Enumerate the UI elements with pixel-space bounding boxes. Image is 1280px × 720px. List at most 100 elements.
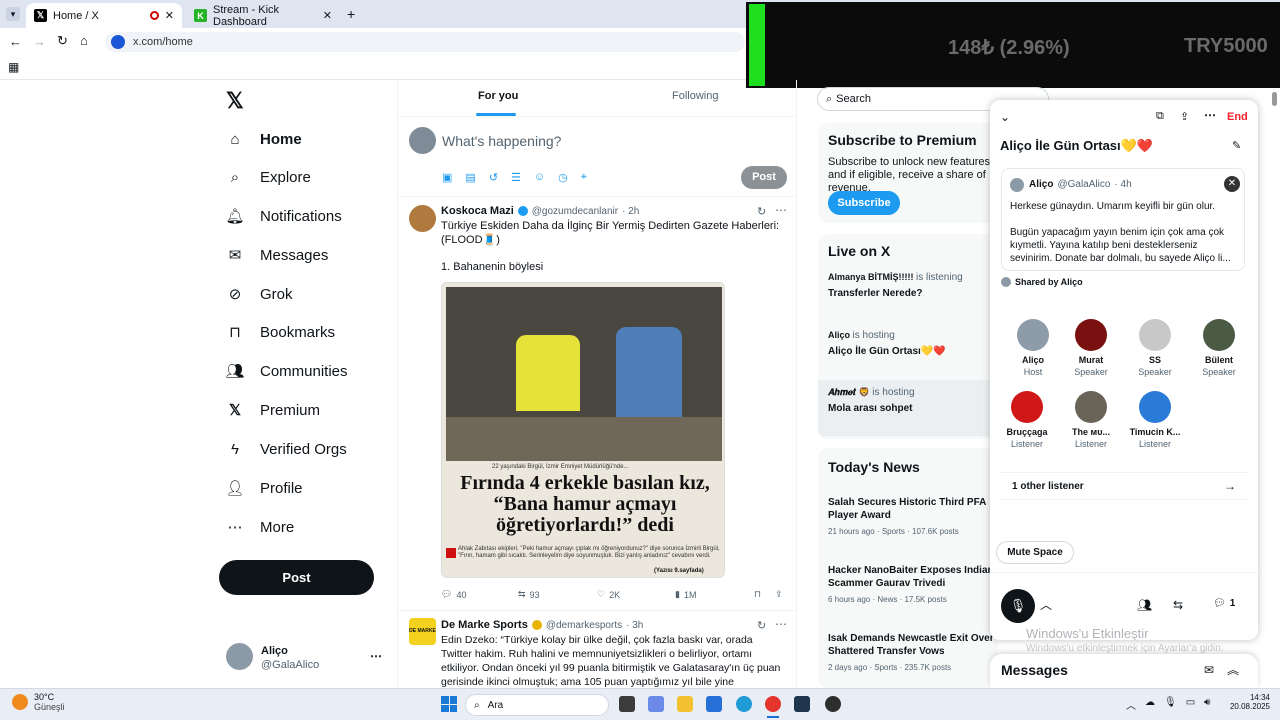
- tab-kick-dashboard[interactable]: K Stream - Kick Dashboard ✕: [186, 3, 340, 28]
- participant-listener[interactable]: The мυ... Listener: [1061, 391, 1121, 449]
- participant-listener[interactable]: Bruççaga Listener: [997, 391, 1057, 449]
- nav-home[interactable]: ⌂ Home: [224, 121, 301, 157]
- participant-listener[interactable]: Timucin K... Listener: [1125, 391, 1185, 449]
- collapse-icon[interactable]: ⌄: [1000, 110, 1010, 124]
- media-icon[interactable]: ▣: [442, 171, 452, 184]
- scrollbar[interactable]: [1272, 92, 1277, 106]
- pinned-post[interactable]: Aliço @GalaAlico · 4h ✕ Herkese günaydın…: [1001, 168, 1245, 271]
- account-switcher[interactable]: Aliço @GalaAlico ⋯: [226, 643, 386, 673]
- more-icon[interactable]: ⋯: [775, 617, 787, 631]
- end-space-button[interactable]: End: [1227, 111, 1248, 123]
- grok-icon[interactable]: ↺: [489, 171, 498, 184]
- participant-speaker[interactable]: Bülent Speaker: [1189, 319, 1249, 377]
- forward-icon[interactable]: →: [33, 34, 46, 49]
- edge-icon[interactable]: [736, 696, 752, 712]
- tweet[interactable]: Koskoca Mazi @gozumdecanlanir · 2h ↻ ⋯ T…: [398, 197, 796, 607]
- post-button[interactable]: Post: [219, 560, 374, 595]
- live-item[interactable]: Almanya BİTMİŞ!!!!! is listening Transfe…: [828, 272, 998, 312]
- share-icon[interactable]: ⇪: [1180, 110, 1189, 123]
- grok-explain-icon[interactable]: ↻: [757, 619, 766, 632]
- schedule-icon[interactable]: ◷: [558, 171, 568, 184]
- nav-communities[interactable]: 👥︎ Communities: [224, 353, 347, 389]
- repost-icon[interactable]: ⇆: [1173, 598, 1183, 612]
- app-icon[interactable]: [794, 696, 810, 712]
- close-tab-icon[interactable]: ✕: [323, 9, 332, 22]
- tab-list-dropdown-icon[interactable]: ▾: [6, 7, 20, 21]
- picture-in-picture-icon[interactable]: ⧉: [1156, 110, 1164, 123]
- author-handle[interactable]: @demarkesports: [546, 620, 622, 631]
- url-field[interactable]: x.com/home: [105, 32, 745, 52]
- composer-post-button[interactable]: Post: [741, 166, 787, 189]
- nav-grok[interactable]: ⊘ Grok: [224, 276, 293, 312]
- tab-home-x[interactable]: 𝕏 Home / X ✕: [26, 3, 182, 28]
- more-icon[interactable]: ⋯: [370, 649, 382, 663]
- compose-input[interactable]: What's happening?: [442, 133, 561, 149]
- messages-drawer[interactable]: Messages ✉ ︽: [990, 654, 1258, 688]
- participant-speaker[interactable]: Murat Speaker: [1061, 319, 1121, 377]
- new-message-icon[interactable]: ✉: [1204, 663, 1214, 677]
- display-icon[interactable]: ▭: [1186, 697, 1195, 712]
- chevron-up-icon[interactable]: ︿: [1126, 697, 1136, 712]
- nav-explore[interactable]: ⌕ Explore: [224, 159, 311, 195]
- back-icon[interactable]: ←: [9, 34, 22, 49]
- taskbar-search[interactable]: ⌕ Ara: [465, 694, 609, 716]
- new-tab-icon[interactable]: +: [347, 6, 355, 22]
- news-item[interactable]: Isak Demands Newcastle Exit Over Shatter…: [828, 632, 998, 672]
- obs-icon[interactable]: [825, 696, 841, 712]
- bookmark-icon[interactable]: ⊓: [754, 589, 761, 600]
- location-icon[interactable]: ⌖: [581, 171, 587, 184]
- microphone-icon[interactable]: 🎙︎: [1164, 697, 1177, 712]
- cloud-icon[interactable]: ☁: [1145, 697, 1155, 712]
- nav-premium[interactable]: 𝕏 Premium: [224, 392, 320, 428]
- share-icon[interactable]: ⇪: [775, 589, 783, 600]
- reply-button[interactable]: 💬︎ 40: [441, 589, 466, 600]
- microphone-button[interactable]: 🎙︎: [1001, 589, 1035, 623]
- like-button[interactable]: ♡ 2K: [597, 589, 620, 600]
- nav-notifications[interactable]: 🔔︎ Notifications: [224, 198, 341, 234]
- more-icon[interactable]: ⋯: [1204, 108, 1216, 122]
- grok-explain-icon[interactable]: ↻: [757, 205, 766, 218]
- news-item[interactable]: Hacker NanoBaiter Exposes Indian Scammer…: [828, 564, 998, 604]
- start-icon[interactable]: [441, 696, 457, 712]
- file-explorer-icon[interactable]: [677, 696, 693, 712]
- edit-icon[interactable]: ✎: [1232, 139, 1241, 152]
- emoji-icon[interactable]: ☺: [534, 171, 545, 184]
- site-info-icon[interactable]: [111, 35, 125, 49]
- tweet-time[interactable]: · 3h: [626, 620, 643, 631]
- tweet-time[interactable]: · 2h: [622, 206, 639, 217]
- unpin-close-icon[interactable]: ✕: [1224, 176, 1240, 192]
- people-icon[interactable]: 👥︎: [1137, 598, 1152, 612]
- mute-space-button[interactable]: Mute Space: [996, 541, 1074, 564]
- x-logo-icon[interactable]: 𝕏: [226, 88, 244, 114]
- tweet-image[interactable]: 22 yaşındaki Birgül, İzmir Emniyet Müdür…: [441, 282, 725, 578]
- copilot-icon[interactable]: [648, 696, 664, 712]
- chrome-icon[interactable]: [765, 696, 781, 712]
- tab-following[interactable]: Following: [672, 90, 718, 102]
- live-item[interactable]: 𝑨𝒉𝒎𝒆𝒕 🦁 is hosting Mola arası sohpet: [818, 380, 998, 436]
- nav-messages[interactable]: ✉ Messages: [224, 237, 329, 273]
- reload-icon[interactable]: ↻: [57, 33, 68, 49]
- home-icon[interactable]: ⌂: [80, 33, 88, 48]
- subscribe-button[interactable]: Subscribe: [828, 191, 900, 215]
- participant-host[interactable]: Aliço Host: [1003, 319, 1063, 377]
- tab-for-you[interactable]: For you: [478, 90, 518, 102]
- task-view-icon[interactable]: [619, 696, 635, 712]
- more-icon[interactable]: ⋯: [775, 203, 787, 217]
- clock[interactable]: 14:34 20.08.2025: [1222, 693, 1270, 711]
- chevron-up-icon[interactable]: ︿: [1040, 596, 1052, 613]
- gif-icon[interactable]: ▤: [465, 171, 475, 184]
- author-name[interactable]: Koskoca Mazi: [441, 205, 514, 217]
- poll-icon[interactable]: ☰: [511, 171, 521, 184]
- views-button[interactable]: ▮ 1M: [675, 589, 696, 600]
- replies-button[interactable]: 💬︎ 1: [1213, 598, 1235, 609]
- expand-icon[interactable]: ︽: [1227, 661, 1239, 678]
- apps-grid-icon[interactable]: ▦: [8, 60, 19, 74]
- volume-icon[interactable]: 🔊︎: [1204, 697, 1210, 712]
- author-name[interactable]: De Marke Sports: [441, 619, 528, 631]
- nav-profile[interactable]: 👤︎ Profile: [224, 470, 302, 506]
- author-handle[interactable]: @gozumdecanlanir: [532, 206, 618, 217]
- repost-button[interactable]: ⇆ 93: [518, 589, 540, 600]
- nav-more[interactable]: ⋯ More: [224, 509, 295, 545]
- tweet[interactable]: DE MARKE De Marke Sports @demarkesports …: [398, 611, 796, 688]
- nav-bookmarks[interactable]: ⊓ Bookmarks: [224, 314, 335, 350]
